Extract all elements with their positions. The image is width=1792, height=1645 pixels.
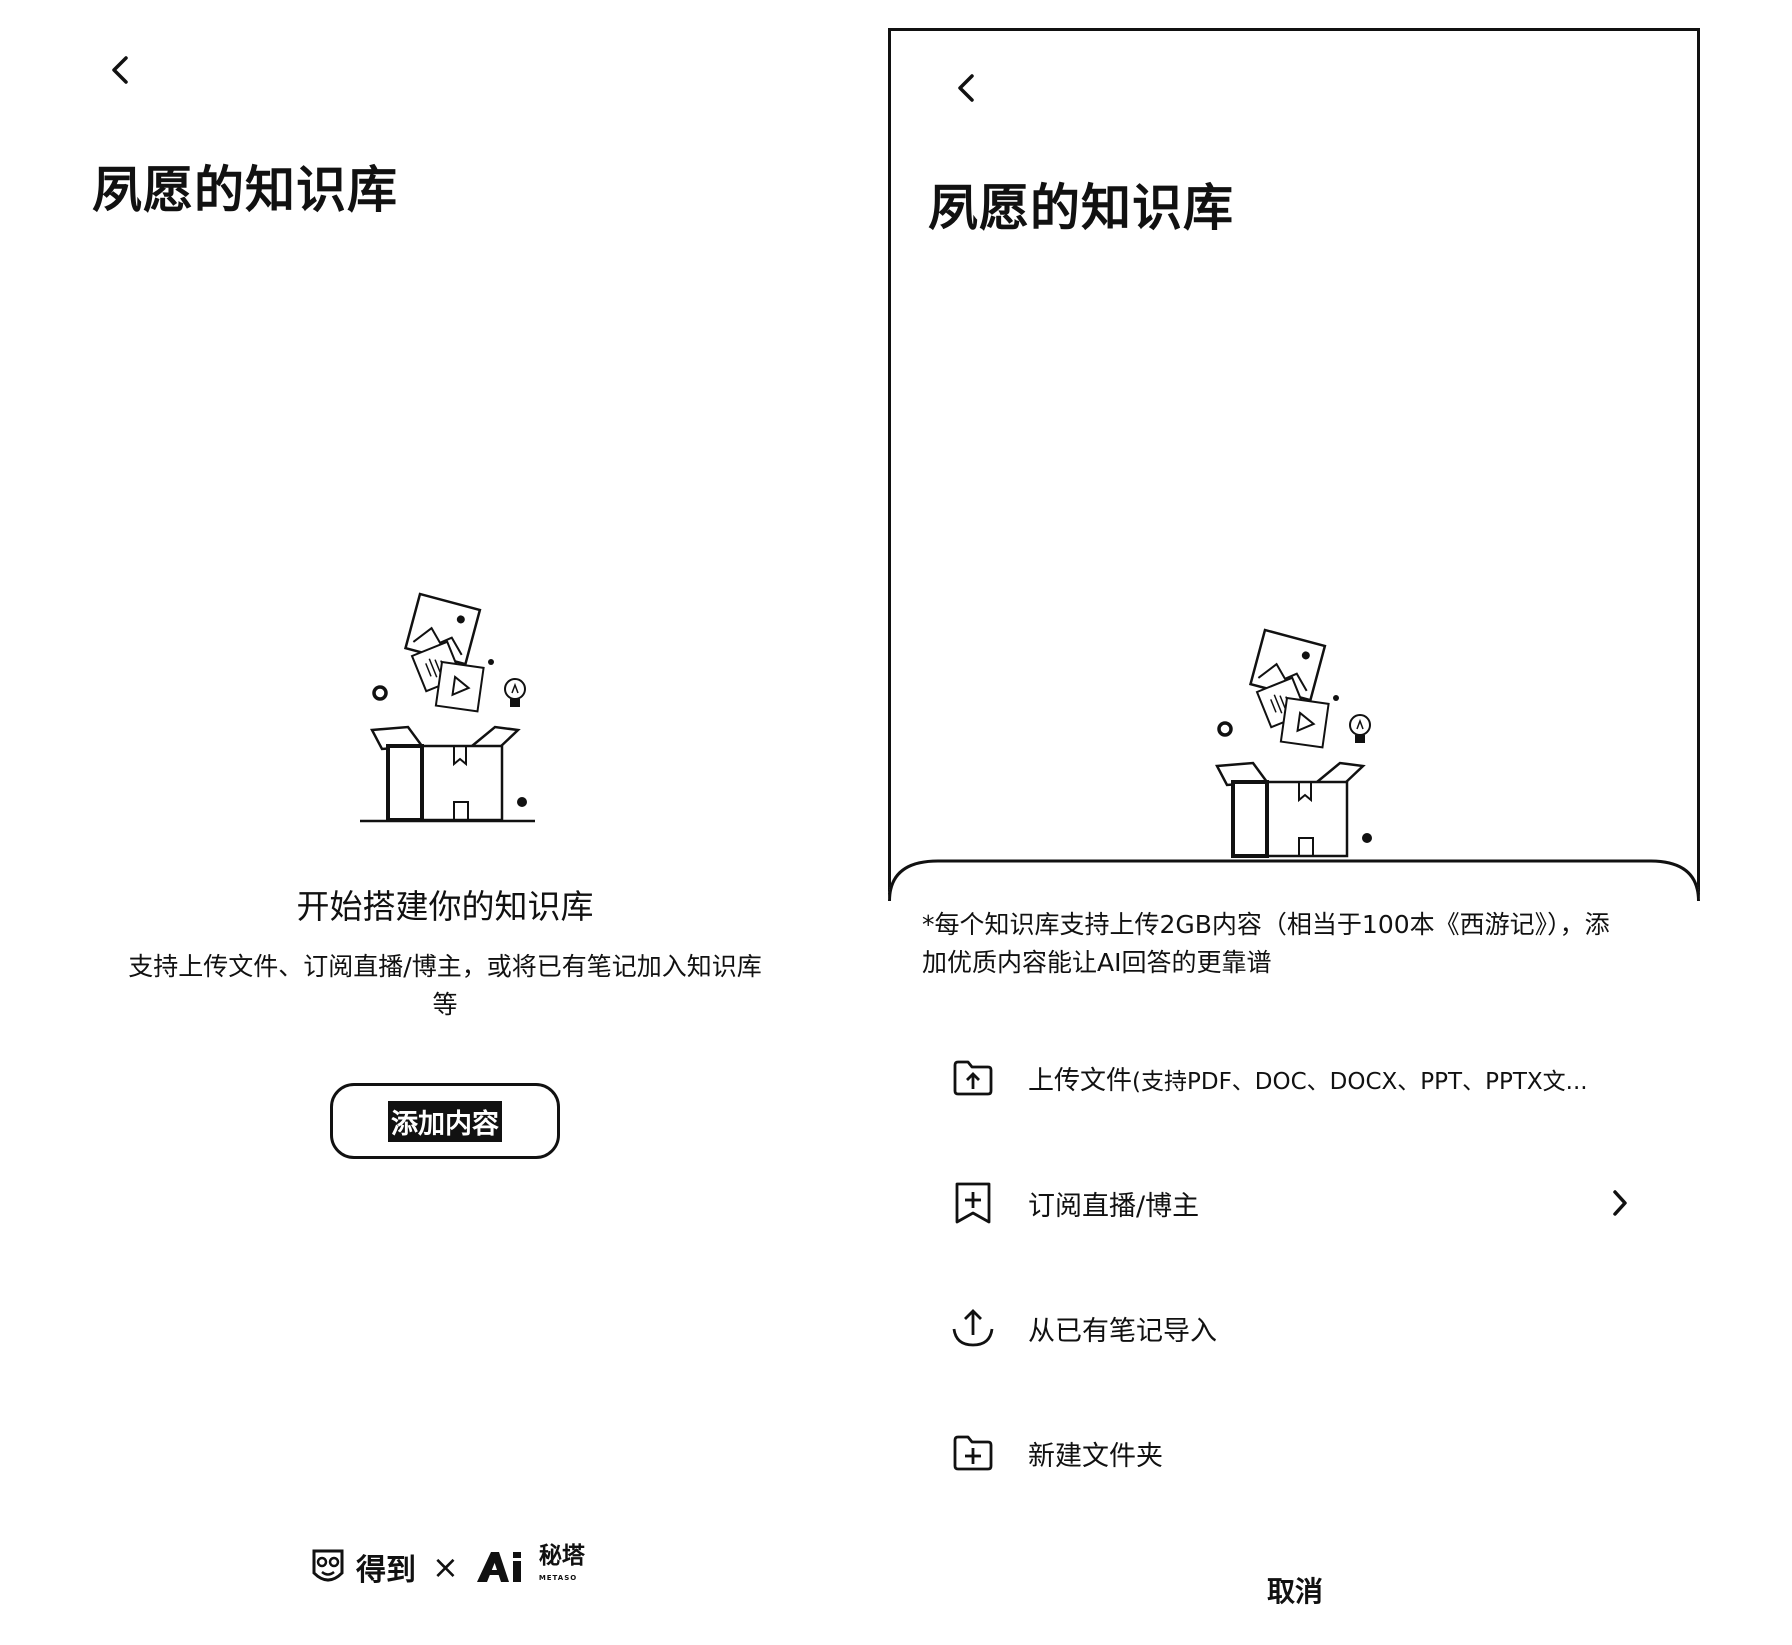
new-folder-icon <box>950 1430 996 1476</box>
new-folder-item[interactable]: 新建文件夹 <box>950 1423 1630 1483</box>
brand-footer: 得到 × 秘塔 METASO <box>310 1545 585 1589</box>
add-content-button[interactable]: 添加内容 <box>330 1083 560 1159</box>
metaso-brand-subtext: METASO <box>538 1574 578 1582</box>
import-notes-item[interactable]: 从已有笔记导入 <box>950 1298 1630 1358</box>
back-button[interactable] <box>950 68 986 108</box>
subscribe-label: 订阅直播/博主 <box>1028 1190 1200 1222</box>
chevron-left-icon <box>112 56 128 84</box>
brand-separator: × <box>432 1548 459 1586</box>
subscribe-item[interactable]: 订阅直播/博主 <box>950 1173 1630 1233</box>
empty-state-description: 支持上传文件、订阅直播/博主，或将已有笔记加入知识库等 <box>128 952 762 1019</box>
upload-file-label: 上传文件 <box>1028 1065 1133 1096</box>
empty-box-illustration <box>1195 620 1395 864</box>
import-icon <box>950 1305 996 1351</box>
metaso-brand-text: 秘塔 <box>538 1543 585 1569</box>
metaso-logo-icon <box>476 1552 521 1582</box>
empty-box-illustration <box>350 584 550 828</box>
empty-state-title: 开始搭建你的知识库 <box>296 887 594 926</box>
cancel-button[interactable]: 取消 <box>1215 1570 1375 1610</box>
chevron-right-icon <box>1613 1190 1627 1216</box>
chevron-left-icon <box>958 74 974 102</box>
add-content-label: 添加内容 <box>388 1100 502 1142</box>
page-title: 夙愿的知识库 <box>928 179 1234 237</box>
page-title: 夙愿的知识库 <box>92 161 398 219</box>
upload-file-item[interactable]: 上传文件(支持PDF、DOC、DOCX、PPT、PPTX文... <box>950 1048 1630 1108</box>
upload-folder-icon <box>950 1055 996 1101</box>
import-notes-label: 从已有笔记导入 <box>1028 1315 1217 1347</box>
bookmark-add-icon <box>950 1180 996 1226</box>
new-folder-label: 新建文件夹 <box>1028 1440 1163 1472</box>
dedao-logo-icon <box>312 1549 344 1582</box>
quota-note: *每个知识库支持上传2GB内容（相当于100本《西游记》），添加优质内容能让AI… <box>922 910 1610 977</box>
back-button[interactable] <box>104 50 140 90</box>
dedao-brand-text: 得到 <box>356 1553 416 1588</box>
upload-file-hint: (支持PDF、DOC、DOCX、PPT、PPTX文... <box>1132 1068 1588 1095</box>
